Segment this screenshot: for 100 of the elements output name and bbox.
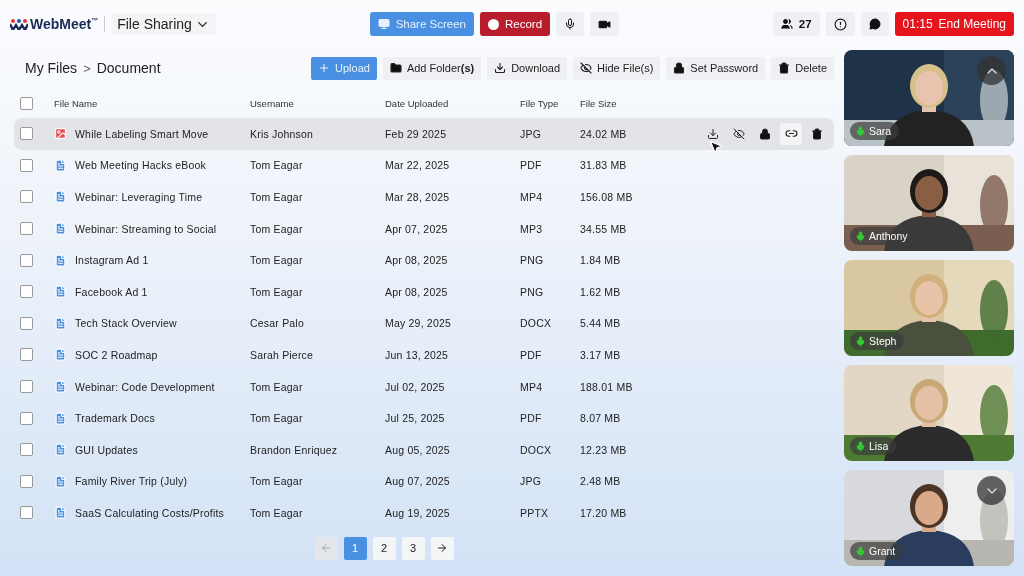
chat-button[interactable] <box>860 12 889 36</box>
file-name[interactable]: SOC 2 Roadmap <box>75 348 158 361</box>
eye-off-icon <box>580 62 593 74</box>
table-cell-text: 1.62 MB <box>580 285 622 298</box>
table-cell-text: Jul 02, 2025 <box>385 380 446 393</box>
document-icon <box>54 190 67 204</box>
column-header: File Size <box>580 97 618 109</box>
row-checkbox[interactable] <box>20 190 33 204</box>
table-cell-text: 31.83 MB <box>580 159 628 172</box>
table-cell-text: Cesar Palo <box>250 317 305 330</box>
file-name[interactable]: Family River Trip (July) <box>75 475 188 488</box>
breadcrumb-current: Document <box>96 60 161 76</box>
document-icon <box>54 380 67 394</box>
participants-button[interactable]: 27 <box>772 12 820 36</box>
table-cell-text: 2.48 MB <box>580 475 622 488</box>
document-icon <box>54 158 67 172</box>
table-cell-text: 34.55 MB <box>580 222 628 235</box>
column-header: File Name <box>54 97 99 109</box>
table-cell-text: Sarah Pierce <box>250 348 315 361</box>
row-checkbox[interactable] <box>20 253 33 267</box>
document-icon <box>54 443 67 457</box>
table-cell-text: Mar 28, 2025 <box>385 191 451 203</box>
microphone-icon <box>855 230 866 242</box>
record-button[interactable]: Record <box>479 12 551 36</box>
file-name[interactable]: Instagram Ad 1 <box>75 254 149 267</box>
table-cell-text: 17.20 MB <box>580 506 628 519</box>
participant-name-tag: Lisa <box>850 437 897 455</box>
table-cell-text: Aug 19, 2025 <box>385 506 451 519</box>
table-cell-text: Tom Eagar <box>250 380 304 393</box>
page-button[interactable]: 3 <box>401 536 425 560</box>
microphone-button[interactable] <box>556 12 585 36</box>
page-button[interactable]: 2 <box>372 536 396 560</box>
document-icon <box>54 411 67 425</box>
table-cell-text: May 29, 2025 <box>385 317 453 330</box>
file-name[interactable]: SaaS Calculating Costs/Profits <box>75 506 224 519</box>
cursor-icon <box>708 138 724 155</box>
table-cell-text: MP4 <box>520 191 544 203</box>
table-cell-text: PNG <box>520 285 545 298</box>
file-name[interactable]: GUI Updates <box>75 443 138 456</box>
participant-name-tag: Steph <box>850 332 905 350</box>
people-icon <box>780 18 793 30</box>
table-cell-text: PDF <box>520 412 543 425</box>
breadcrumb-link[interactable]: My Files <box>25 60 78 76</box>
row-checkbox[interactable] <box>20 380 33 394</box>
microphone-icon <box>855 545 866 557</box>
breadcrumb-separator: > <box>83 60 91 76</box>
table-cell-text: Aug 05, 2025 <box>385 443 451 456</box>
row-checkbox[interactable] <box>20 443 33 457</box>
document-icon <box>54 222 67 236</box>
row-checkbox[interactable] <box>20 348 33 362</box>
row-checkbox[interactable] <box>20 316 33 330</box>
info-button[interactable] <box>825 12 855 36</box>
row-checkbox[interactable] <box>20 158 33 172</box>
row-checkbox[interactable] <box>20 411 33 425</box>
lock-button[interactable]: Set Password <box>666 56 766 80</box>
chat-icon <box>868 18 881 30</box>
table-cell-text: Tom Eagar <box>250 191 304 203</box>
folder-button[interactable]: Add Folder(s) <box>382 56 482 80</box>
link-button[interactable] <box>780 122 802 145</box>
participant-name-tag: Grant <box>850 542 904 560</box>
mode-dropdown[interactable]: File Sharing <box>111 13 216 35</box>
select-all-checkbox[interactable] <box>20 96 33 110</box>
lock-icon <box>673 62 686 74</box>
download-icon <box>494 62 507 74</box>
file-name[interactable]: While Labeling Smart Move <box>75 127 209 140</box>
document-icon <box>54 316 67 330</box>
camera-button[interactable] <box>590 12 620 36</box>
file-name[interactable]: Tech Stack Overview <box>75 317 177 330</box>
file-name[interactable]: Webinar: Streaming to Social <box>75 222 217 235</box>
file-name[interactable]: Webinar: Leveraging Time <box>75 191 203 203</box>
file-name[interactable]: Webinar: Code Development <box>75 380 215 393</box>
file-name[interactable]: Web Meeting Hacks eBook <box>75 159 207 172</box>
row-checkbox[interactable] <box>20 285 33 299</box>
row-checkbox[interactable] <box>20 222 33 236</box>
table-cell-text: Jun 13, 2025 <box>385 348 450 361</box>
end-meeting-button[interactable]: 01:15 End Meeting <box>894 12 1014 36</box>
download-button[interactable]: Download <box>487 56 568 80</box>
table-cell-text: Mar 22, 2025 <box>385 159 451 172</box>
document-icon <box>54 474 67 488</box>
row-checkbox[interactable] <box>20 474 33 488</box>
download-icon <box>707 127 719 140</box>
document-icon <box>54 253 67 267</box>
table-cell-text: PDF <box>520 348 543 361</box>
document-icon <box>54 285 67 299</box>
table-cell-text: MP3 <box>520 222 544 235</box>
hide-button[interactable]: Hide File(s) <box>573 56 661 80</box>
row-checkbox[interactable] <box>20 506 33 520</box>
file-name[interactable]: Trademark Docs <box>75 412 155 425</box>
table-cell-text: 12.23 MB <box>580 443 628 456</box>
file-name[interactable]: Facebook Ad 1 <box>75 285 148 298</box>
participant-name-tag: Sara <box>850 122 900 140</box>
next-page-button[interactable] <box>430 536 454 560</box>
row-checkbox[interactable] <box>20 127 33 141</box>
arrow-left-icon <box>320 542 332 555</box>
delete-button[interactable]: Delete <box>771 56 834 80</box>
table-cell-text: PDF <box>520 159 543 172</box>
table-cell-text: Tom Eagar <box>250 159 304 172</box>
table-cell-text: Jul 25, 2025 <box>385 412 446 425</box>
table-cell-text: 5.44 MB <box>580 317 622 330</box>
table-cell-text: Aug 07, 2025 <box>385 475 451 488</box>
